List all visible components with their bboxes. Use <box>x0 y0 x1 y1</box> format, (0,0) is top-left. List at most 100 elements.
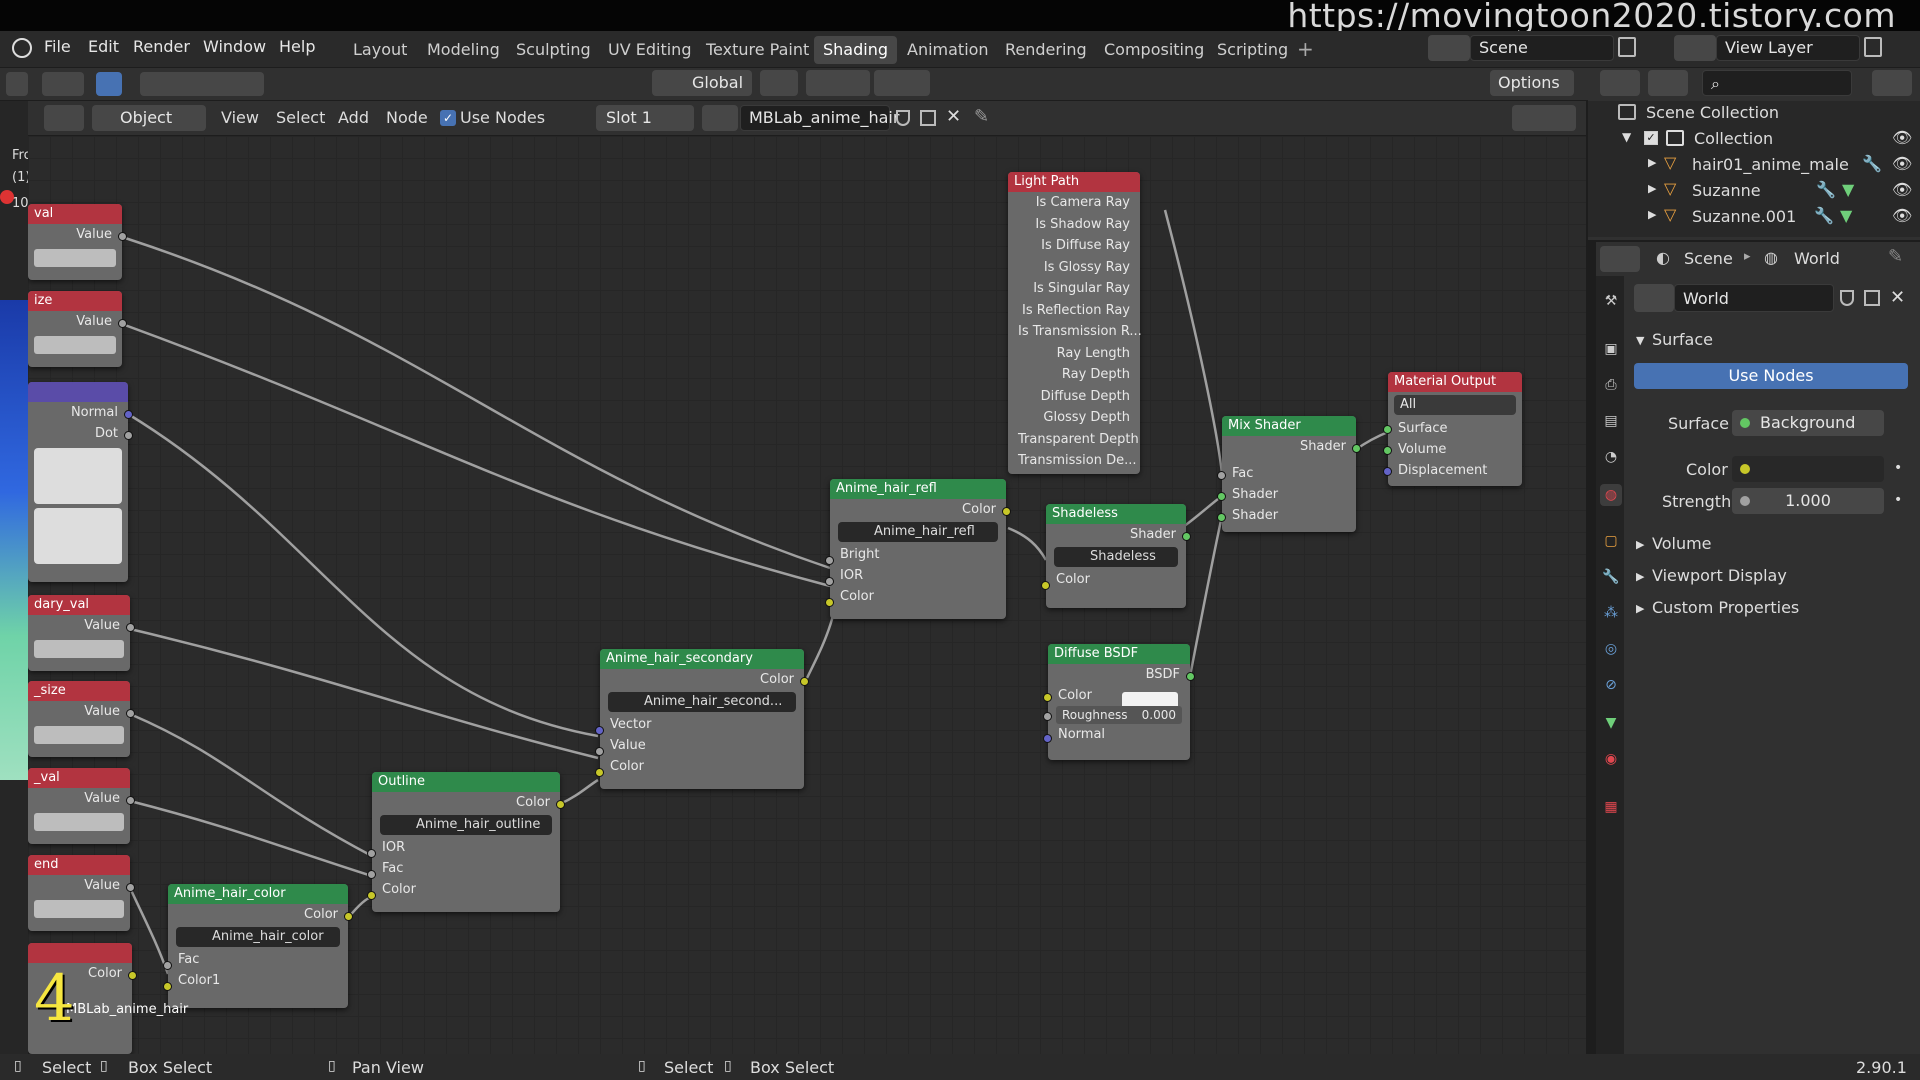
node-light-path[interactable]: Light Path Is Camera Ray Is Shadow Ray I… <box>1008 172 1142 474</box>
display-mode-icon[interactable] <box>1648 70 1688 96</box>
node-diffuse-bsdf[interactable]: Diffuse BSDF BSDF Color Roughness 0.000 N… <box>1043 644 1195 760</box>
proportional-edit-icon[interactable] <box>874 70 930 96</box>
strength-field[interactable]: 1.000 <box>1732 488 1884 514</box>
value-output-socket[interactable] <box>126 796 135 805</box>
menu-select[interactable]: Select <box>276 108 325 127</box>
transform-orientation[interactable]: Global <box>652 70 752 96</box>
material-name-field[interactable]: MBLab_anime_hair <box>740 105 899 131</box>
duplicate-material-icon[interactable] <box>920 110 936 126</box>
value-output-socket[interactable] <box>126 709 135 718</box>
menu-view[interactable]: View <box>221 108 259 127</box>
tab-animation[interactable]: Animation <box>898 36 998 64</box>
keyframe-dot-icon[interactable]: • <box>1894 460 1902 476</box>
value-field[interactable] <box>34 813 124 831</box>
node-anime-hair-secondary[interactable]: Anime_hair_secondary Color Anime_hair_se… <box>595 649 809 789</box>
value-output-socket[interactable] <box>118 319 127 328</box>
node-value-val[interactable]: val Value <box>28 204 127 280</box>
custom-properties-section-title[interactable]: Custom Properties <box>1652 598 1799 617</box>
color-input-socket[interactable] <box>1041 581 1050 590</box>
color-output-socket[interactable] <box>1002 507 1011 516</box>
fake-user-icon[interactable] <box>896 110 910 126</box>
collection-label[interactable]: Collection <box>1694 129 1773 148</box>
scene-field[interactable]: Scene <box>1470 35 1614 61</box>
group-datablock[interactable]: Anime_hair_second... <box>608 692 796 712</box>
menu-node[interactable]: Node <box>386 108 428 127</box>
group-datablock[interactable]: Anime_hair_color <box>176 927 340 947</box>
render-tab-icon[interactable]: ▣ <box>1600 338 1622 360</box>
menu-window[interactable]: Window <box>203 37 266 56</box>
visibility-eye-icon[interactable]: 👁 <box>1892 128 1912 147</box>
color-output-socket[interactable] <box>800 677 809 686</box>
view-layer-tab-icon[interactable]: ▤ <box>1600 410 1622 432</box>
vector-input-socket[interactable] <box>595 726 604 735</box>
value-field[interactable] <box>34 640 124 658</box>
shader-output-socket[interactable] <box>1182 532 1191 541</box>
menu-edit[interactable]: Edit <box>88 37 119 56</box>
node-editor-canvas[interactable]: val Value ize Value Normal Dot dary_val … <box>28 136 1586 1054</box>
material-tab-icon[interactable]: ◉ <box>1600 748 1622 770</box>
texture-tab-icon[interactable]: ▦ <box>1600 796 1622 818</box>
keyframe-dot-icon[interactable]: • <box>1894 492 1902 508</box>
color-input-socket[interactable] <box>825 598 834 607</box>
value-output-socket[interactable] <box>118 232 127 241</box>
node-value-dary[interactable]: dary_val Value <box>28 595 135 671</box>
shader-type-dropdown[interactable]: Object <box>92 105 206 131</box>
volume-section-title[interactable]: Volume <box>1652 534 1712 553</box>
close-dot-icon[interactable] <box>0 190 14 204</box>
node-shadeless[interactable]: Shadeless Shader Shadeless Color <box>1041 504 1191 608</box>
particles-tab-icon[interactable]: ⁂ <box>1600 602 1622 624</box>
dot-output-socket[interactable] <box>124 431 133 440</box>
node-value-size2[interactable]: _size Value <box>28 681 135 757</box>
color-input-socket[interactable] <box>1043 693 1052 702</box>
shader2-input-socket[interactable] <box>1217 513 1226 522</box>
node-anime-hair-refl[interactable]: Anime_hair_refl Color Anime_hair_refl Br… <box>825 479 1011 619</box>
material-browse-icon[interactable] <box>702 105 738 131</box>
menu-help[interactable]: Help <box>279 37 315 56</box>
pivot-icon[interactable] <box>760 70 798 96</box>
output-tab-icon[interactable]: ⎙ <box>1600 374 1622 396</box>
fac-input-socket[interactable] <box>1217 471 1226 480</box>
color-input-socket[interactable] <box>367 891 376 900</box>
custom-properties-expand-icon[interactable]: ▶ <box>1636 602 1644 615</box>
outliner-item-suzanne[interactable]: Suzanne <box>1692 181 1761 200</box>
view-layer-icon[interactable] <box>1674 35 1716 61</box>
node-value-end[interactable]: end Value <box>28 855 135 931</box>
filter-icon[interactable] <box>1872 70 1912 96</box>
tab-texture-paint[interactable]: Texture Paint <box>697 36 818 64</box>
scene-collection-label[interactable]: Scene Collection <box>1646 103 1779 122</box>
scene-selector-icon[interactable] <box>1428 35 1470 61</box>
menu-add[interactable]: Add <box>338 108 369 127</box>
bright-input-socket[interactable] <box>825 556 834 565</box>
volume-expand-icon[interactable]: ▶ <box>1636 538 1644 551</box>
slot-dropdown[interactable]: Slot 1 <box>596 105 694 131</box>
new-scene-icon[interactable] <box>1618 37 1636 57</box>
expand-icon[interactable]: ▶ <box>1648 156 1656 169</box>
normal-sphere-top[interactable] <box>34 448 122 504</box>
options-dropdown[interactable]: Options <box>1490 70 1574 96</box>
group-datablock[interactable]: Anime_hair_outline <box>380 815 552 835</box>
snap-icon[interactable] <box>806 70 870 96</box>
unlink-material-icon[interactable]: ✕ <box>946 106 961 127</box>
viewport-display-section-title[interactable]: Viewport Display <box>1652 566 1787 585</box>
add-workspace-icon[interactable]: + <box>1297 37 1314 61</box>
shader1-input-socket[interactable] <box>1217 492 1226 501</box>
fake-user-icon[interactable] <box>1840 290 1854 306</box>
value-input-socket[interactable] <box>595 747 604 756</box>
volume-input-socket[interactable] <box>1383 446 1392 455</box>
unlink-world-icon[interactable]: ✕ <box>1890 287 1905 308</box>
new-view-layer-icon[interactable] <box>1864 37 1882 57</box>
group-datablock[interactable]: Shadeless <box>1054 547 1178 567</box>
surface-input-socket[interactable] <box>1383 425 1392 434</box>
color-output-socket[interactable] <box>344 912 353 921</box>
world-browse-icon[interactable] <box>1634 284 1674 312</box>
menu-render[interactable]: Render <box>133 37 190 56</box>
tab-compositing[interactable]: Compositing <box>1095 36 1213 64</box>
world-name-field[interactable]: World <box>1674 284 1834 312</box>
outliner-search-input[interactable]: ⌕ <box>1702 70 1852 96</box>
color-output-socket[interactable] <box>556 800 565 809</box>
constraints-tab-icon[interactable]: ⊘ <box>1600 674 1622 696</box>
tab-rendering[interactable]: Rendering <box>996 36 1096 64</box>
outliner-item-suzanne001[interactable]: Suzanne.001 <box>1692 207 1796 226</box>
collection-expand-icon[interactable]: ▼ <box>1622 130 1631 144</box>
tool-tab-icon[interactable]: ⚒ <box>1600 290 1622 312</box>
